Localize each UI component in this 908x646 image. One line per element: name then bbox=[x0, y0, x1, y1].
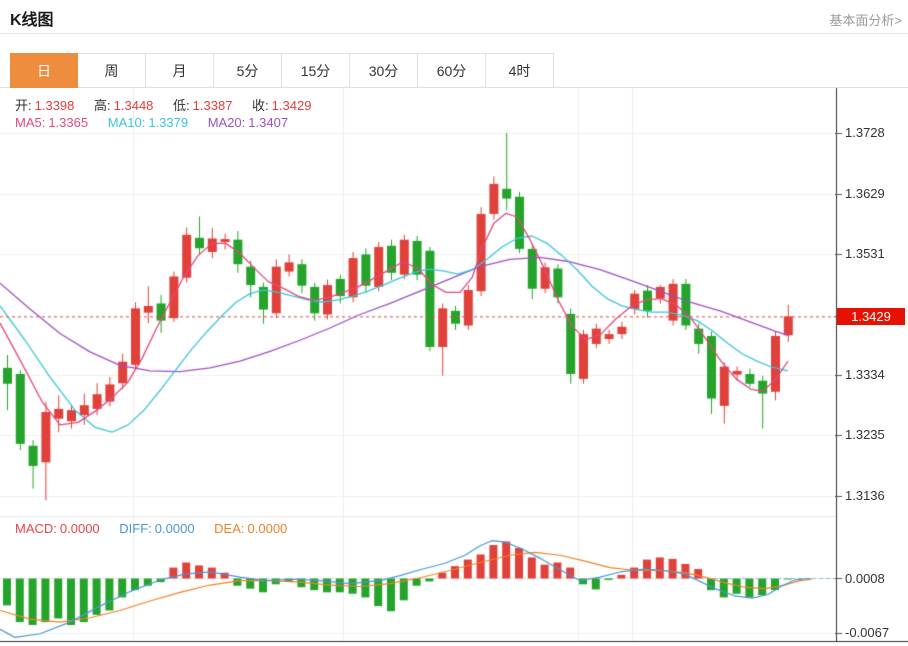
dea-label: DEA: bbox=[214, 521, 244, 536]
ma5-value: 1.3365 bbox=[48, 115, 88, 130]
dea-value: 0.0000 bbox=[248, 521, 288, 536]
macd-label: MACD: bbox=[15, 521, 57, 536]
ma-readout: MA5:1.3365 MA10:1.3379 MA20:1.3407 bbox=[15, 115, 291, 130]
low-label: 低: bbox=[173, 98, 190, 113]
macd-axis-label: -0.0067 bbox=[845, 625, 889, 640]
price-axis-label: 1.3235 bbox=[845, 427, 885, 442]
fundamental-analysis-link[interactable]: 基本面分析> bbox=[829, 10, 902, 29]
macd-value: 0.0000 bbox=[60, 521, 100, 536]
low-value: 1.3387 bbox=[193, 98, 233, 113]
tab-period-3[interactable]: 5分 bbox=[214, 53, 282, 88]
tab-period-4[interactable]: 15分 bbox=[282, 53, 350, 88]
tab-period-6[interactable]: 60分 bbox=[418, 53, 486, 88]
ma5-label: MA5: bbox=[15, 115, 45, 130]
page-title: K线图 bbox=[10, 6, 54, 30]
diff-value: 0.0000 bbox=[155, 521, 195, 536]
ma10-label: MA10: bbox=[108, 115, 146, 130]
diff-label: DIFF: bbox=[119, 521, 152, 536]
current-price-badge: 1.3429 bbox=[837, 308, 905, 325]
ohlc-readout: 开:1.3398 高:1.3448 低:1.3387 收:1.3429 bbox=[15, 95, 314, 114]
macd-readout: MACD:0.0000 DIFF:0.0000 DEA:0.0000 bbox=[15, 521, 290, 536]
ma20-label: MA20: bbox=[208, 115, 246, 130]
close-label: 收: bbox=[252, 98, 269, 113]
open-label: 开: bbox=[15, 98, 32, 113]
tab-period-1[interactable]: 周 bbox=[78, 53, 146, 88]
price-axis-label: 1.3136 bbox=[845, 488, 885, 503]
ma10-value: 1.3379 bbox=[148, 115, 188, 130]
period-tabbar: 日周月5分15分30分60分4时 bbox=[10, 53, 554, 88]
high-value: 1.3448 bbox=[114, 98, 154, 113]
price-axis-label: 1.3629 bbox=[845, 186, 885, 201]
tab-period-2[interactable]: 月 bbox=[146, 53, 214, 88]
kline-page: K线图 基本面分析> 日周月5分15分30分60分4时 开:1.3398 高:1… bbox=[0, 0, 908, 646]
tab-period-5[interactable]: 30分 bbox=[350, 53, 418, 88]
ma20-value: 1.3407 bbox=[248, 115, 288, 130]
high-label: 高: bbox=[94, 98, 111, 113]
price-axis-label: 1.3728 bbox=[845, 125, 885, 140]
price-axis-label: 1.3334 bbox=[845, 367, 885, 382]
tab-period-0[interactable]: 日 bbox=[10, 53, 78, 88]
close-value: 1.3429 bbox=[272, 98, 312, 113]
title-divider bbox=[0, 33, 908, 34]
open-value: 1.3398 bbox=[35, 98, 75, 113]
tab-period-7[interactable]: 4时 bbox=[486, 53, 554, 88]
price-axis-label: 1.3531 bbox=[845, 246, 885, 261]
macd-axis-label: 0.0008 bbox=[845, 571, 885, 586]
